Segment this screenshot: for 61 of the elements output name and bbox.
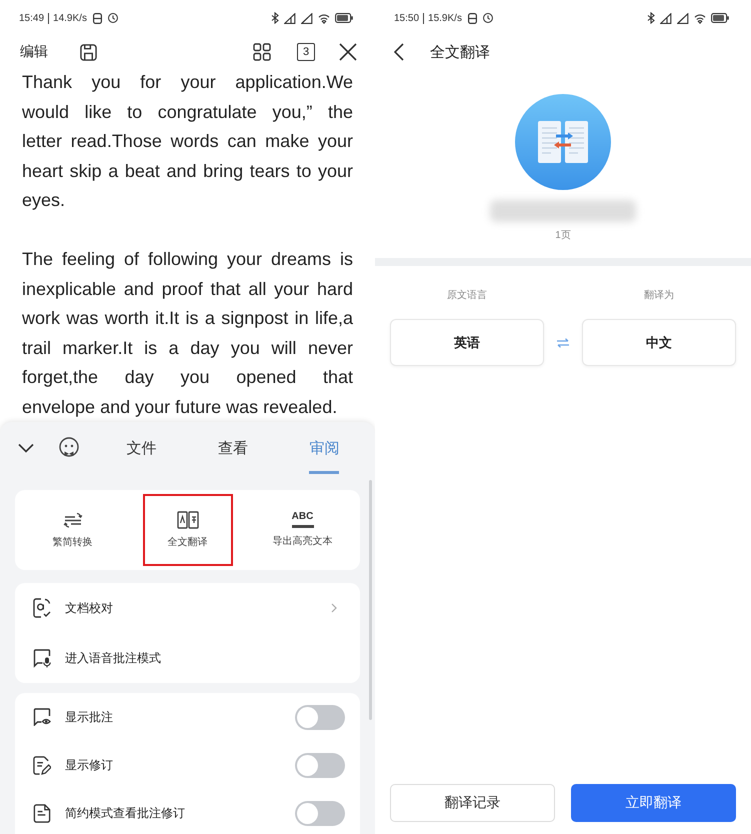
swap-arrows-icon[interactable] [556, 338, 570, 348]
tool-button[interactable]: 全文翻译 [142, 494, 232, 566]
page-count: 1页 [555, 229, 571, 242]
toggle-switch[interactable] [295, 752, 345, 778]
source-language-label: 原文语言 [446, 288, 488, 302]
wifi-icon [318, 12, 330, 24]
abc-label: ABC [292, 512, 314, 522]
clock-icon [108, 13, 118, 23]
edit-button[interactable]: 编辑 [20, 43, 48, 61]
app-notification-icon [468, 12, 477, 24]
status-time: 15:49 [19, 12, 44, 24]
battery-icon [711, 13, 729, 23]
save-icon[interactable] [80, 44, 97, 60]
chevron-down-icon[interactable] [18, 443, 34, 453]
document-translate-icon [515, 94, 611, 190]
tool-button[interactable]: 繁简转换 [28, 494, 118, 566]
scrollbar[interactable] [369, 480, 372, 720]
bluetooth-icon [647, 12, 655, 24]
tab[interactable]: 查看 [218, 422, 248, 474]
tool-button[interactable]: ABC 导出高亮文本 [258, 494, 348, 566]
signal-icon [284, 12, 296, 24]
language-selector[interactable]: 英语 [390, 319, 544, 366]
comment-microphone-icon [33, 648, 51, 668]
status-time: 15:50 [394, 12, 420, 24]
menu-item[interactable]: 文档校对 [15, 583, 360, 633]
cartoon-face-icon[interactable] [58, 437, 80, 459]
clock-icon [482, 13, 493, 23]
battery-icon [335, 13, 353, 23]
signal-icon [301, 12, 313, 24]
toggle-switch[interactable] [295, 800, 345, 826]
tab[interactable]: 文件 [126, 422, 157, 474]
toggle-label: 显示批注 [65, 708, 114, 726]
body-paragraph: The feeling of following your dreams is inexplicable and proof that all your hard work was worth it.It is a signpost in life,a trail marker.It is a day you will never forget,the day you opened that envelope and your future was revealed. [22, 248, 353, 419]
body-paragraph: Thank you for your application.We would like to congratulate you,” the letter read.Those words can make your heart skip a beat and bring tears to your eyes. [22, 71, 353, 212]
underline-bar-icon [292, 525, 314, 528]
wifi-icon [694, 12, 706, 24]
network-speed: 14.9K/s [53, 12, 87, 24]
toggle-switch[interactable] [295, 704, 345, 730]
bluetooth-icon [271, 12, 279, 24]
document-pen-icon [33, 756, 51, 774]
signal-icon [660, 12, 672, 24]
app-notification-icon [92, 12, 102, 24]
toggle-label: 显示修订 [65, 756, 114, 774]
grid-icon[interactable] [253, 43, 271, 61]
document-check-icon [33, 598, 51, 618]
action-button[interactable]: 立即翻译 [571, 784, 736, 822]
network-speed: 15.9K/s [428, 12, 462, 24]
menu-item[interactable]: 进入语音批注模式 [15, 633, 360, 683]
comment-eye-icon [33, 708, 51, 726]
page-count-button[interactable]: 3 [297, 43, 315, 61]
toggle-label: 简约模式查看批注修订 [65, 804, 186, 822]
close-icon[interactable] [339, 43, 357, 61]
document-lines-icon [33, 804, 51, 822]
signal-icon [677, 12, 689, 24]
action-button[interactable]: 翻译记录 [390, 784, 555, 822]
target-language-label: 翻译为 [643, 288, 675, 302]
two-pages-icon [176, 511, 198, 529]
back-icon[interactable] [394, 43, 404, 61]
language-selector[interactable]: 中文 [582, 319, 736, 366]
page-title: 全文翻译 [430, 42, 490, 62]
convert-arrows-icon [62, 511, 82, 529]
